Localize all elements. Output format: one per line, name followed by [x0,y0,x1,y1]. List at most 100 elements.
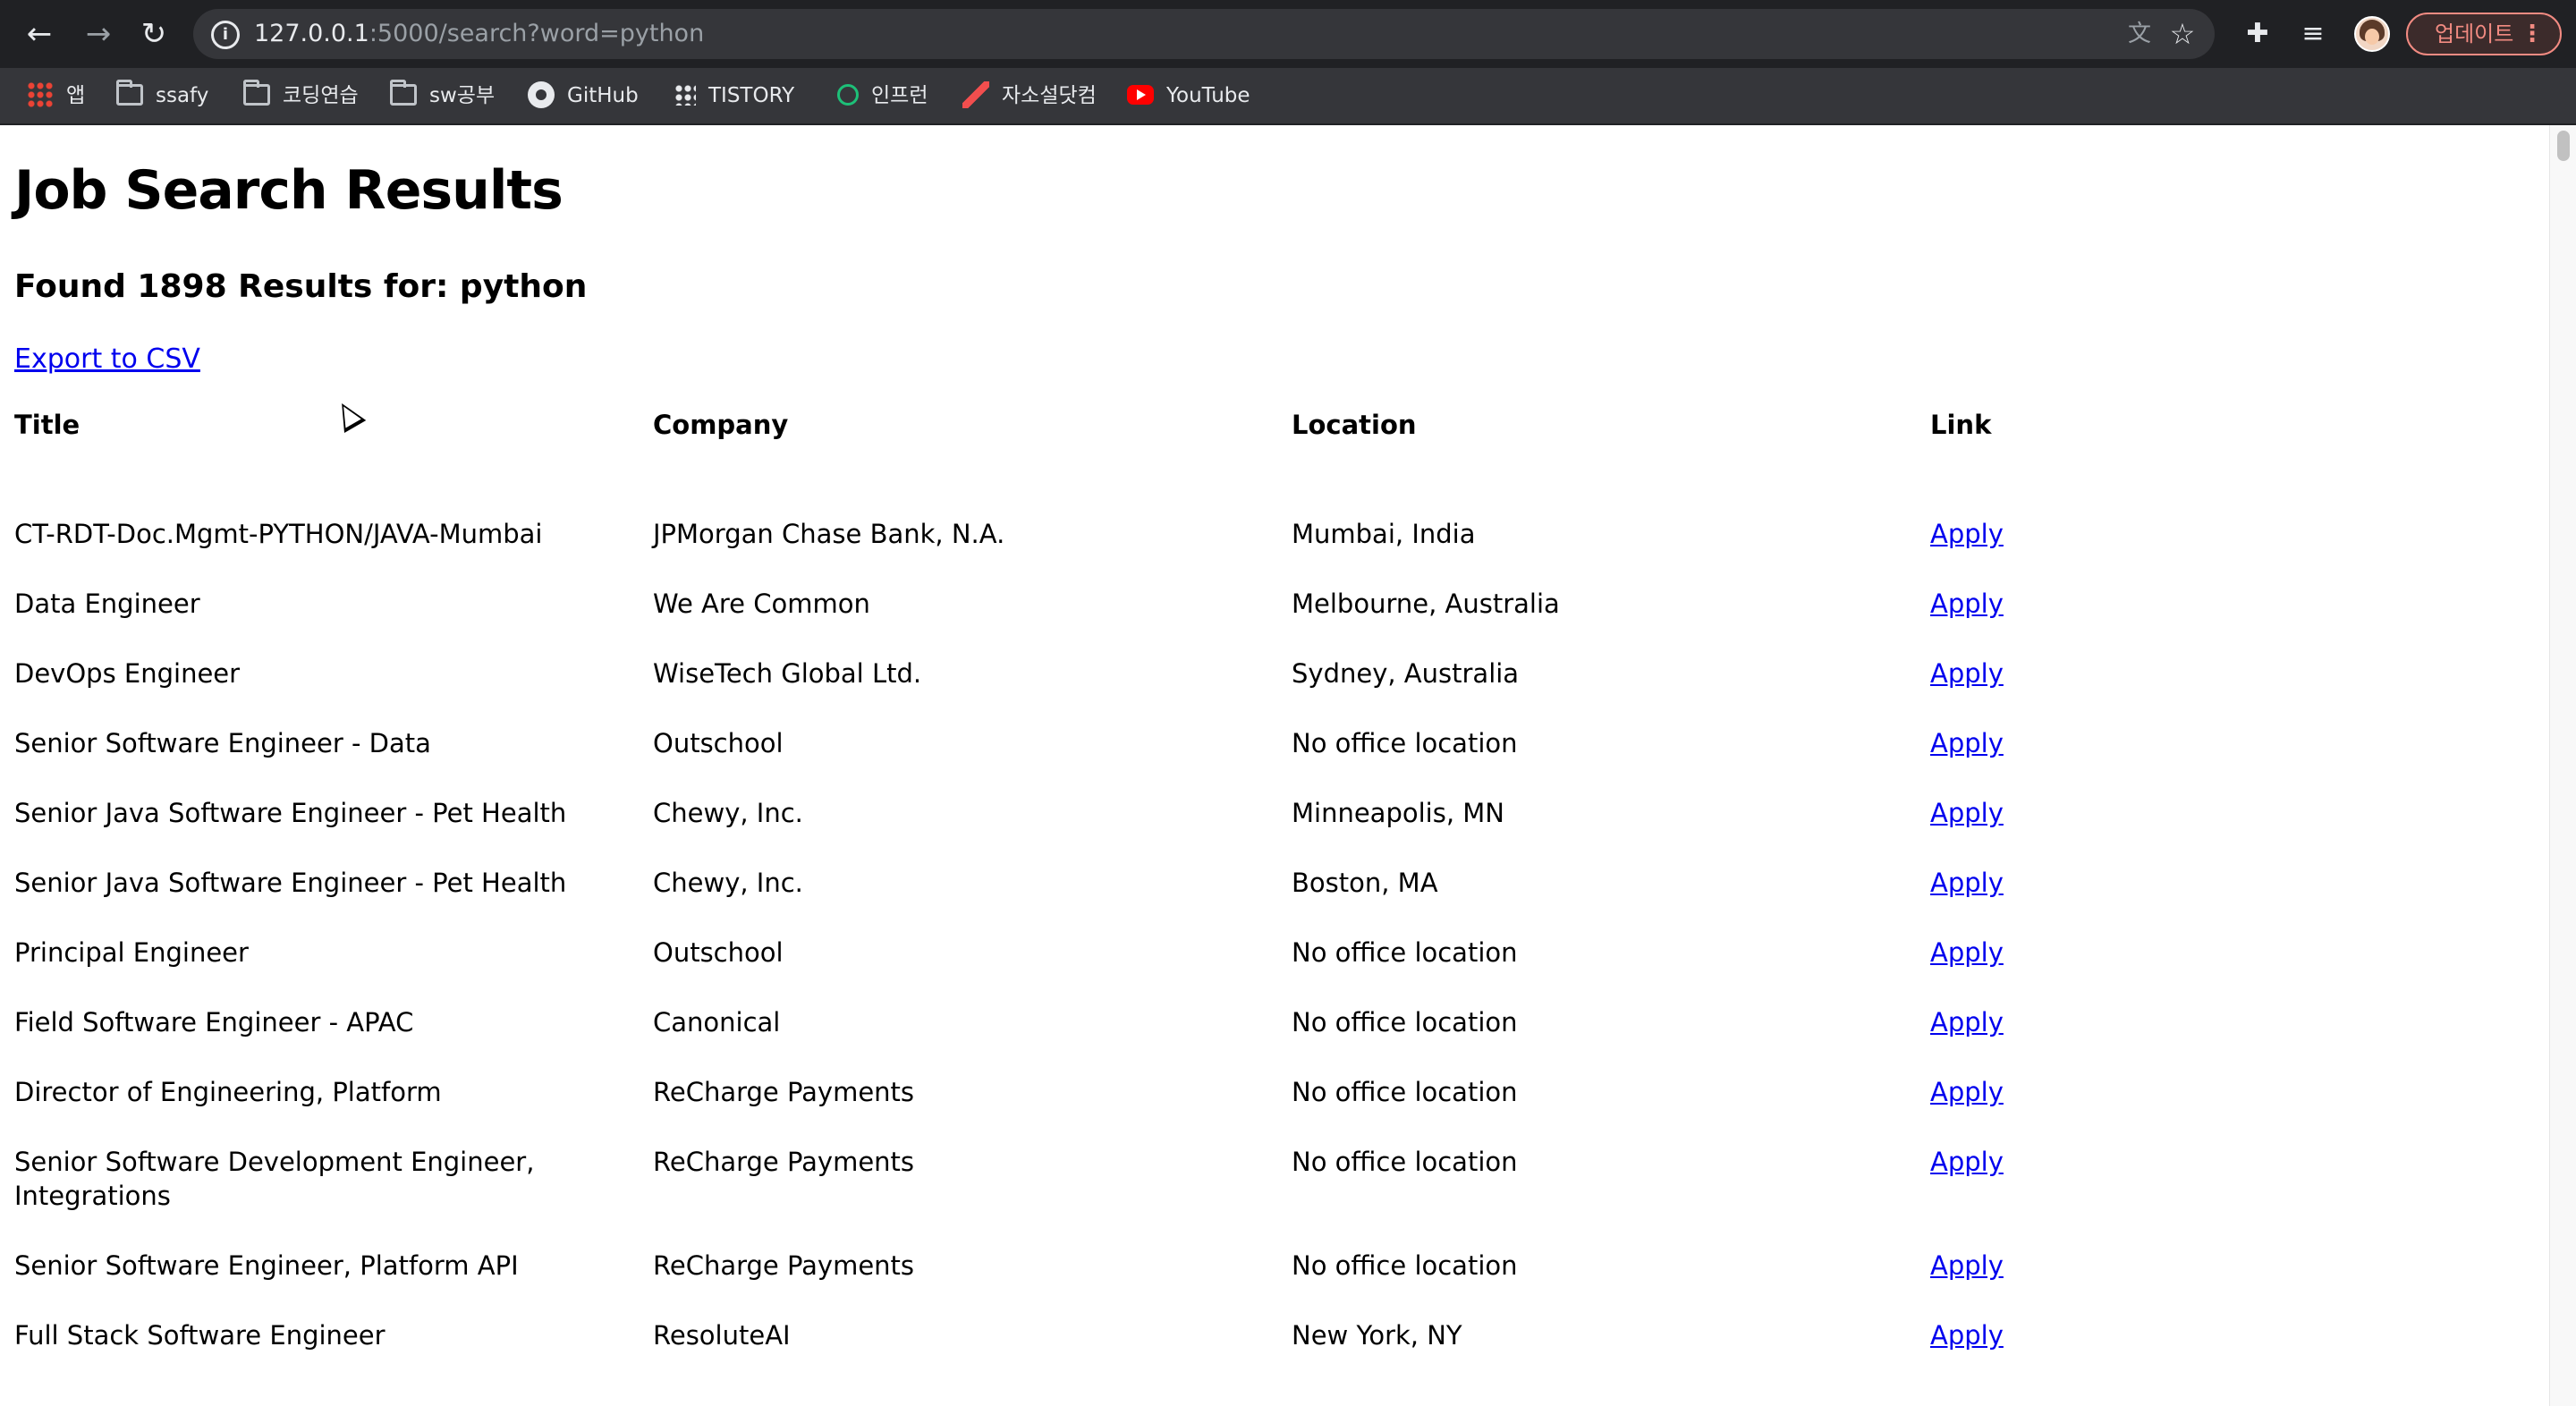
table-row: Senior Software Development Engineer, In… [14,1145,2199,1249]
menu-kebab-icon[interactable]: ⋮ [2521,14,2544,54]
link-cell: Apply [1930,1075,2199,1145]
bookmark-jasoseol[interactable]: 자소설닷컴 [962,68,1097,123]
apply-link[interactable]: Apply [1930,1320,2004,1351]
job-title-cell: Principal Engineer [14,937,249,968]
bookmark-label: ssafy [156,84,209,107]
folder-icon [243,79,270,106]
table-row: CT-RDT-Doc.Mgmt-PYTHON/JAVA-Mumbai JPMorg… [14,517,2199,587]
company-cell: Outschool [653,728,784,758]
apply-link[interactable]: Apply [1930,519,2004,549]
location-cell: Minneapolis, MN [1292,798,1504,828]
url-text[interactable]: 127.0.0.1:5000/search?word=python [254,9,704,59]
job-title-cell: Senior Java Software Engineer - Pet Heal… [14,868,567,898]
extensions-icon[interactable]: ✚ [2240,16,2275,52]
avatar[interactable] [2354,16,2390,52]
info-icon[interactable]: i [211,21,240,49]
company-cell: ReCharge Payments [653,1077,915,1107]
bookmark-label: 앱 [66,84,86,107]
bookmark-label: TISTORY [708,84,795,107]
apply-link[interactable]: Apply [1930,728,2004,758]
tistory-icon [674,83,696,106]
company-cell: JPMorgan Chase Bank, N.A. [653,519,1005,549]
link-cell: Apply [1930,1249,2199,1318]
bookmark-label: 자소설닷컴 [1002,84,1097,107]
apply-link[interactable]: Apply [1930,1077,2004,1107]
url-host: 127.0.0.1 [254,20,369,47]
table-row: DevOps Engineer WiseTech Global Ltd. Sydne… [14,656,2199,726]
table-row: Senior Software Engineer - Data Outschool… [14,726,2199,796]
job-title-cell: Full Stack Software Engineer [14,1320,386,1351]
bookmark-youtube[interactable]: YouTube [1127,68,1250,123]
location-cell: No office location [1292,1250,1518,1281]
bookmark-inflearn[interactable]: 인프런 [837,68,928,123]
bookmark-apps[interactable]: 앱 [27,68,85,123]
bookmark-label: GitHub [567,84,639,107]
address-bar[interactable]: i 127.0.0.1:5000/search?word=python 文 ☆ [193,9,2215,59]
bookmark-coding-practice[interactable]: 코딩연습 [243,68,359,123]
table-row: Director of Engineering, Platform ReCharg… [14,1075,2199,1145]
link-cell: Apply [1930,1318,2199,1388]
apps-grid-icon [27,80,54,108]
media-queue-icon[interactable]: ≡ [2295,16,2331,52]
table-row: Data Engineer We Are Common Melbourne, Aus… [14,587,2199,656]
vertical-scrollbar[interactable] [2549,125,2576,1406]
apply-link[interactable]: Apply [1930,1147,2004,1177]
back-icon[interactable]: ← [21,16,57,52]
bookmark-tistory[interactable]: TISTORY [674,68,794,123]
company-cell: ReCharge Payments [653,1147,915,1177]
results-table: Title Company Location Link CT-RDT-Doc.M… [14,410,2199,1388]
link-cell: Apply [1930,517,2199,587]
folder-icon [116,79,143,106]
scrollbar-thumb[interactable] [2557,131,2570,161]
apply-link[interactable]: Apply [1930,1250,2004,1281]
link-cell: Apply [1930,587,2199,656]
location-cell: Boston, MA [1292,868,1438,898]
table-row: Senior Java Software Engineer - Pet Heal… [14,796,2199,866]
update-label: 업데이트 [2435,21,2514,47]
apply-link[interactable]: Apply [1930,658,2004,689]
page-title: Job Search Results [14,159,564,222]
apply-link[interactable]: Apply [1930,1007,2004,1038]
link-cell: Apply [1930,866,2199,936]
location-cell: Sydney, Australia [1292,658,1520,689]
company-cell: ReCharge Payments [653,1250,915,1281]
apply-link[interactable]: Apply [1930,868,2004,898]
link-cell: Apply [1930,656,2199,726]
apply-link[interactable]: Apply [1930,798,2004,828]
company-cell: Canonical [653,1007,781,1038]
location-cell: Mumbai, India [1292,519,1476,549]
table-row: Senior Java Software Engineer - Pet Heal… [14,866,2199,936]
job-title-cell: Senior Software Engineer - Data [14,728,431,758]
job-title-cell: Senior Software Development Engineer, In… [14,1147,535,1211]
url-path: :5000/search?word=python [369,20,705,47]
youtube-icon [1127,84,1154,105]
bookmark-label: 코딩연습 [283,84,359,107]
location-cell: Melbourne, Australia [1292,589,1560,619]
reload-icon[interactable]: ↻ [136,16,172,52]
bookmark-label: sw공부 [429,84,496,107]
export-csv-link[interactable]: Export to CSV [14,343,200,375]
job-title-cell: DevOps Engineer [14,658,241,689]
location-cell: No office location [1292,1007,1518,1038]
column-header-title: Title [14,410,80,440]
bookmarks-bar: 앱 ssafy 코딩연습 sw공부 GitHub TISTORY 인프런 자소설… [0,68,2576,125]
apply-link[interactable]: Apply [1930,937,2004,968]
bookmark-github[interactable]: GitHub [528,68,639,123]
folder-icon [390,79,417,106]
job-title-cell: Senior Java Software Engineer - Pet Heal… [14,798,567,828]
job-title-cell: CT-RDT-Doc.Mgmt-PYTHON/JAVA-Mumbai [14,519,543,549]
results-table-body: CT-RDT-Doc.Mgmt-PYTHON/JAVA-Mumbai JPMorg… [14,517,2199,1388]
star-icon[interactable]: ☆ [2166,18,2199,50]
location-cell: No office location [1292,1077,1518,1107]
bookmark-ssafy[interactable]: ssafy [116,68,208,123]
update-button[interactable]: 업데이트 ⋮ [2406,13,2562,55]
company-cell: ResoluteAI [653,1320,791,1351]
company-cell: Chewy, Inc. [653,868,803,898]
browser-toolbar: ← → ↻ i 127.0.0.1:5000/search?word=pytho… [0,0,2576,68]
forward-icon[interactable]: → [80,16,116,52]
location-cell: No office location [1292,937,1518,968]
apply-link[interactable]: Apply [1930,589,2004,619]
bookmark-sw-study[interactable]: sw공부 [390,68,495,123]
translate-icon[interactable]: 文 [2125,20,2154,48]
job-title-cell: Data Engineer [14,589,200,619]
